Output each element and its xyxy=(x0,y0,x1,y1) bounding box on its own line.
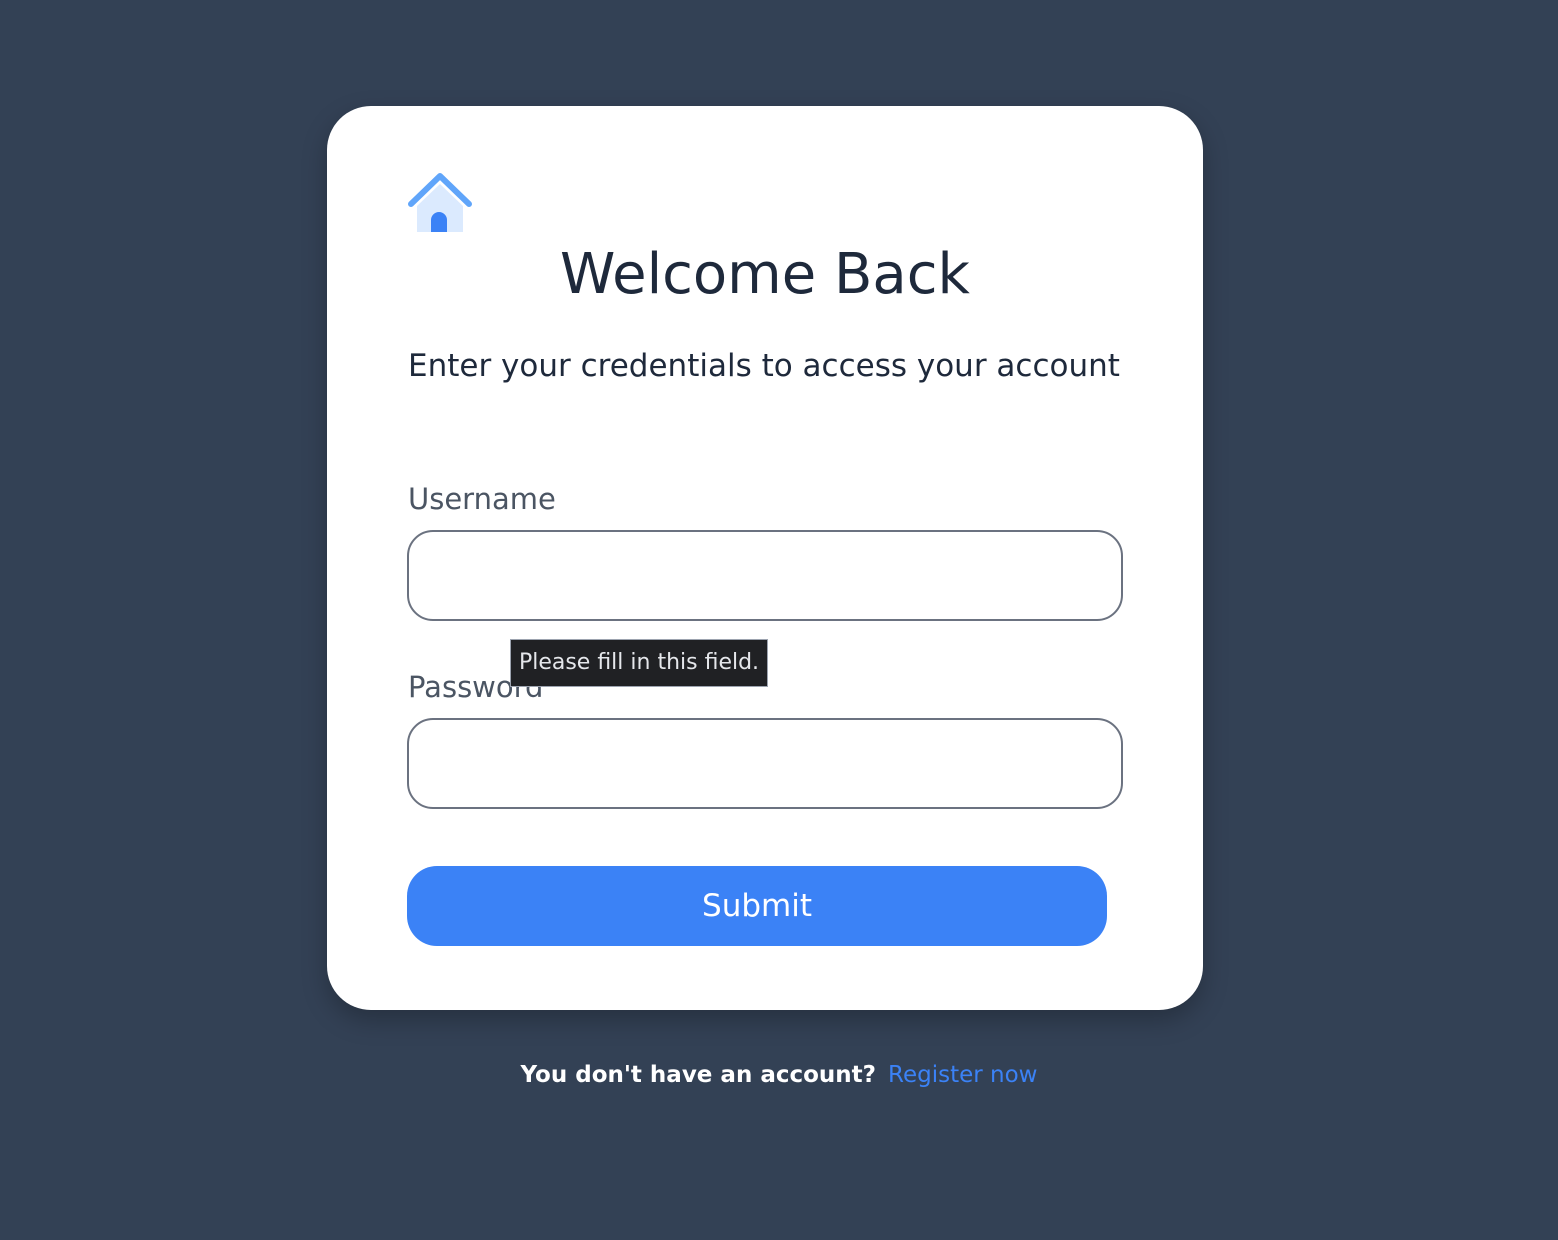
validation-tooltip: Please fill in this field. xyxy=(510,639,768,687)
username-input[interactable] xyxy=(407,530,1123,621)
password-input[interactable] xyxy=(407,718,1123,809)
login-card: Welcome Back Enter your credentials to a… xyxy=(327,106,1203,1010)
register-link[interactable]: Register now xyxy=(888,1062,1037,1088)
username-label: Username xyxy=(408,482,556,516)
register-prompt: You don't have an account? Register now xyxy=(0,1058,1558,1092)
house-icon xyxy=(408,173,472,232)
page-title: Welcome Back xyxy=(560,242,970,307)
submit-button[interactable]: Submit xyxy=(407,866,1107,946)
register-question: You don't have an account? xyxy=(520,1062,876,1088)
page-subtitle: Enter your credentials to access your ac… xyxy=(408,348,1120,384)
